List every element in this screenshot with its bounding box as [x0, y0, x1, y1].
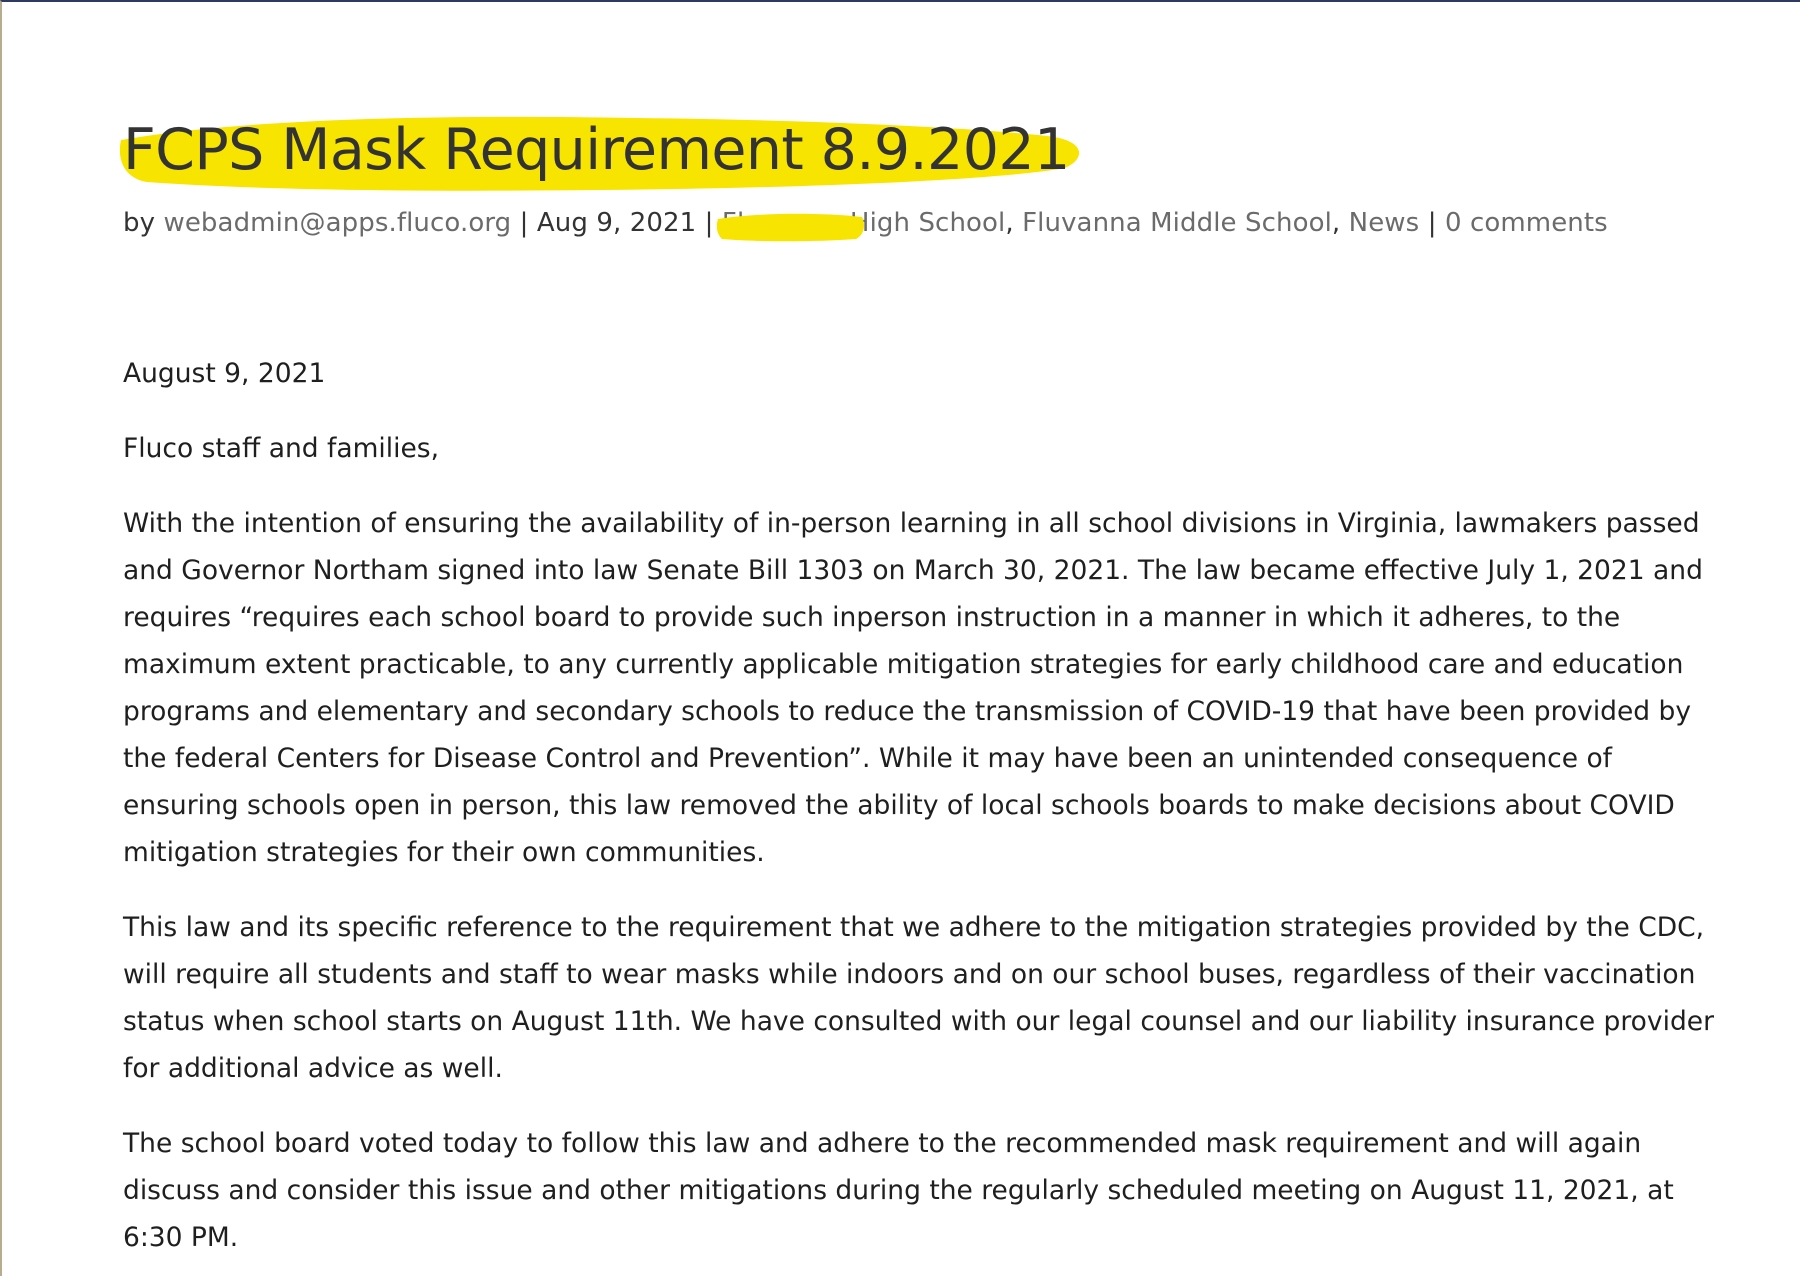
- category-highlighter-mark: [716, 213, 864, 242]
- post-title-block: FCPS Mask Requirement 8.9.2021: [119, 104, 1103, 204]
- body-paragraph-3: The school board voted today to follow t…: [123, 1128, 1674, 1253]
- category-link-wrapper: Fluvanna High School: [716, 201, 1005, 245]
- category-link-middle-school[interactable]: Fluvanna Middle School: [1022, 208, 1332, 238]
- body-paragraph-2: This law and its specific reference to t…: [123, 912, 1714, 1084]
- meta-separator: |: [704, 208, 714, 238]
- letter-date: August 9, 2021: [123, 358, 326, 389]
- post-meta: by webadmin@apps.fluco.org | Aug 9, 2021…: [123, 201, 1608, 245]
- page: FCPS Mask Requirement 8.9.2021 by webadm…: [0, 0, 1800, 1276]
- comments-link[interactable]: 0 comments: [1445, 208, 1608, 238]
- letter-greeting: Fluco staff and families,: [123, 433, 440, 464]
- post-date: Aug 9, 2021: [536, 208, 697, 238]
- meta-comma: ,: [1331, 208, 1341, 238]
- post-body: August 9, 2021 Fluco staff and families,…: [123, 350, 1723, 1276]
- meta-by-label: by: [123, 208, 156, 238]
- meta-comma: ,: [1005, 208, 1014, 238]
- body-paragraph-1: With the intention of ensuring the avail…: [123, 508, 1703, 868]
- author-link[interactable]: webadmin@apps.fluco.org: [163, 208, 511, 238]
- category-link-news[interactable]: News: [1349, 208, 1420, 238]
- meta-separator: |: [519, 208, 529, 238]
- meta-separator: |: [1427, 208, 1437, 238]
- post-title: FCPS Mask Requirement 8.9.2021: [123, 117, 1070, 183]
